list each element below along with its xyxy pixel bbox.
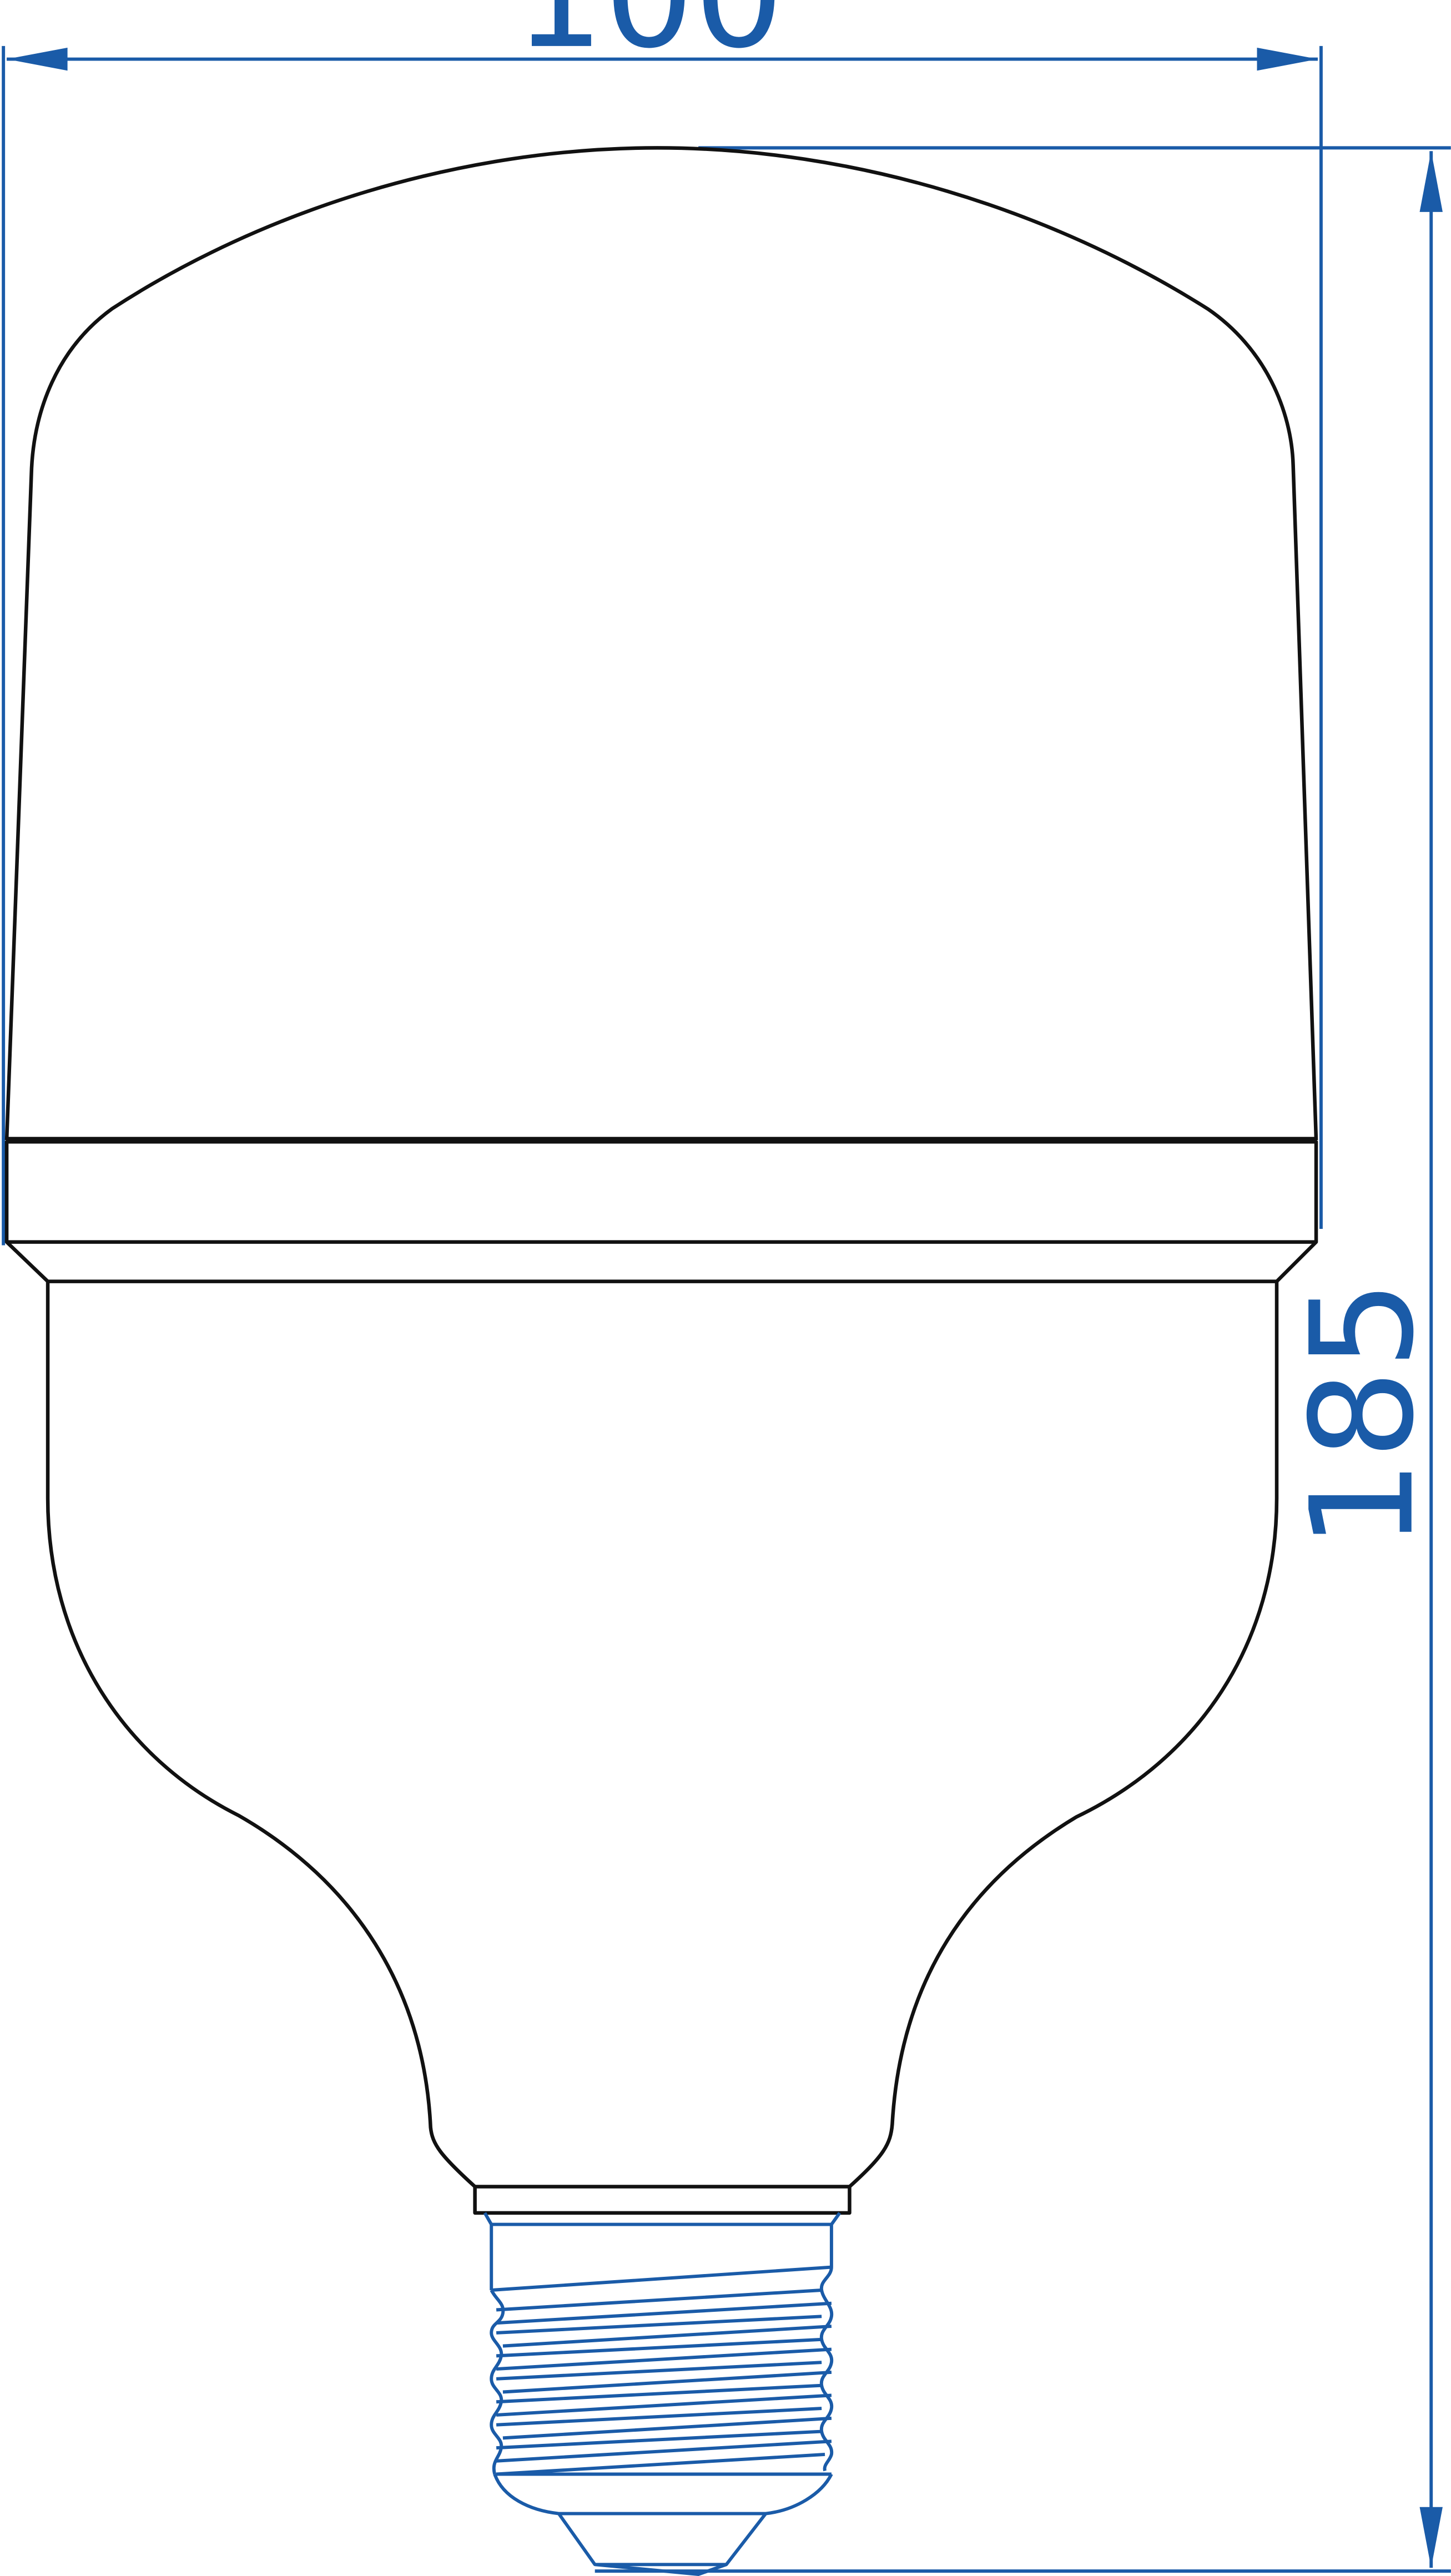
lamp-dome: [4, 146, 1318, 1141]
screw-threads: [490, 2265, 834, 2476]
width-arrow-right: [1257, 47, 1318, 71]
height-dimension-label: 185: [1281, 1279, 1445, 1549]
lamp-dimension-drawing: 100 185: [2, 0, 1451, 2576]
screw-base-bottom: [493, 2473, 833, 2576]
lamp-outline: [4, 146, 1318, 2215]
height-arrow-bottom: [1419, 2507, 1443, 2568]
dimension-arrows: [7, 47, 1443, 2568]
height-arrow-top: [1419, 151, 1443, 212]
lamp-collar-taper: [5, 1241, 1318, 1283]
lamp-body: [46, 1281, 1279, 2188]
dimension-annotations: [2, 46, 1451, 2573]
width-dimension-label: 100: [514, 0, 784, 80]
lamp-neck-ring: [473, 2185, 852, 2215]
width-arrow-left: [7, 47, 68, 71]
lamp-collar: [4, 1140, 1318, 1244]
screw-base: [483, 2212, 842, 2576]
